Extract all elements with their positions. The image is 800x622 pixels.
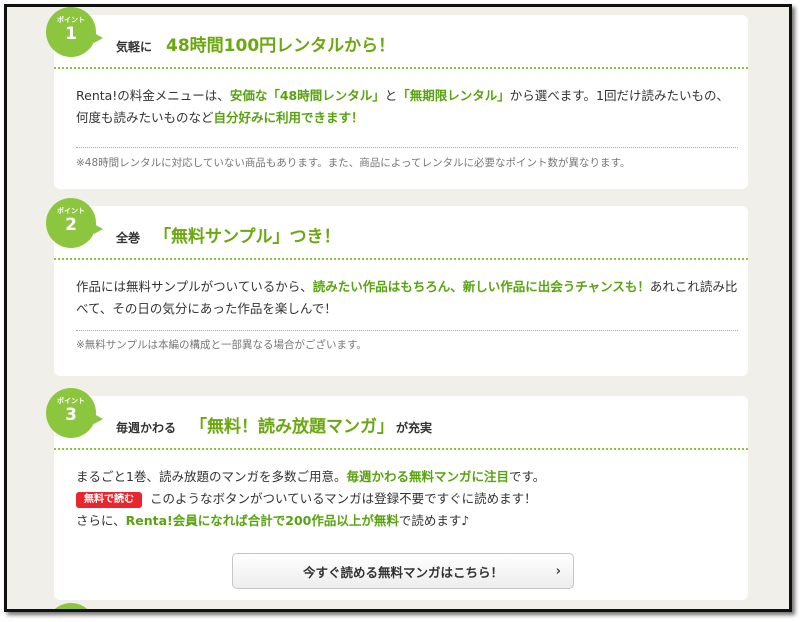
point-body-2: 作品には無料サンプルがついているから、読みたい作品はもちろん、新しい作品に出会う… xyxy=(76,276,738,320)
body-highlight: 自分好みに利用できます！ xyxy=(213,110,364,125)
body-text: です。 xyxy=(508,469,546,484)
heading-divider xyxy=(54,67,748,69)
body-text: さらに、 xyxy=(76,513,126,528)
body-text: Renta!の料金メニューは、 xyxy=(76,88,230,103)
point-heading-2: 全巻 「無料サンプル」つき！ xyxy=(116,222,341,252)
point-body-3: まるごと1巻、読み放題のマンガを多数ご用意。毎週かわる無料マンガに注目です。 無… xyxy=(76,466,738,532)
body-line-3: さらに、Renta!会員になれば合計で200作品以上が無料で読めます♪ xyxy=(76,510,738,532)
point-card-4 xyxy=(46,603,96,609)
body-text: 作品には無料サンプルがついているから、 xyxy=(76,279,313,294)
free-manga-button[interactable]: 今すぐ読める無料マンガはこちら！ › xyxy=(232,553,574,589)
point-badge-1: ポイント 1 xyxy=(46,7,103,57)
badge-tail xyxy=(94,414,103,424)
body-highlight: 毎週かわる無料マンガに注目 xyxy=(346,469,509,484)
body-line-1: まるごと1巻、読み放題のマンガを多数ご用意。毎週かわる無料マンガに注目です。 xyxy=(76,466,738,488)
heading-small: 気軽に xyxy=(116,40,153,54)
heading-small: 全巻 xyxy=(116,231,141,245)
badge-number: 1 xyxy=(65,24,77,44)
body-text: まるごと1巻、読み放題のマンガを多数ご用意。 xyxy=(76,469,347,484)
heading-big: 「無料！読み放題マンガ」 xyxy=(190,417,395,437)
body-text: と xyxy=(384,88,398,103)
body-text: このようなボタンがついているマンガは登録不要ですぐに読めます！ xyxy=(150,491,537,506)
body-highlight: 安価な「48時間レンタル」 xyxy=(229,88,385,103)
heading-divider xyxy=(54,258,748,260)
chevron-right-icon: › xyxy=(555,564,561,579)
point-card-1: ポイント 1 気軽に 48時間100円レンタルから！ Renta!の料金メニュー… xyxy=(46,7,748,189)
badge-number: 3 xyxy=(65,405,77,425)
free-read-tag: 無料で読む xyxy=(76,492,142,508)
point-heading-3: 毎週かわる 「無料！読み放題マンガ」 が充実 xyxy=(116,412,432,442)
point-badge-2: ポイント 2 xyxy=(46,198,103,248)
body-line-2: 無料で読む このようなボタンがついているマンガは登録不要ですぐに読めます！ xyxy=(76,488,738,510)
point-card-2: ポイント 2 全巻 「無料サンプル」つき！ 作品には無料サンプルがついているから… xyxy=(46,198,748,376)
point-card-3: ポイント 3 毎週かわる 「無料！読み放題マンガ」 が充実 まるごと1巻、読み放… xyxy=(46,388,748,600)
heading-small: 毎週かわる xyxy=(116,421,177,435)
heading-after: が充実 xyxy=(396,421,433,435)
body-highlight: 読みたい作品はもちろん、新しい作品に出会うチャンスも！ xyxy=(312,279,650,294)
point-badge-4 xyxy=(46,603,96,609)
note-divider xyxy=(76,330,738,331)
body-text: で読めます♪ xyxy=(398,513,470,528)
point-note-2: ※無料サンプルは本編の構成と一部異なる場合がございます。 xyxy=(76,339,367,351)
heading-big: 「無料サンプル」つき！ xyxy=(154,227,341,247)
heading-big: 48時間100円レンタルから！ xyxy=(166,36,396,56)
badge-tail xyxy=(94,33,103,43)
page-frame: ポイント 1 気軽に 48時間100円レンタルから！ Renta!の料金メニュー… xyxy=(4,4,792,612)
point-badge-3: ポイント 3 xyxy=(46,388,103,438)
point-body-1: Renta!の料金メニューは、安価な「48時間レンタル」と「無期限レンタル」から… xyxy=(76,85,738,129)
point-note-1: ※48時間レンタルに対応していない商品もあります。また、商品によってレンタルに必… xyxy=(76,157,631,169)
body-highlight: Renta!会員になれば合計で200作品以上が無料 xyxy=(125,513,399,528)
point-heading-1: 気軽に 48時間100円レンタルから！ xyxy=(116,31,395,61)
body-highlight: 「無期限レンタル」 xyxy=(397,88,510,103)
badge-number: 2 xyxy=(65,215,77,235)
badge-tail xyxy=(94,224,103,234)
note-divider xyxy=(76,147,738,148)
free-manga-button-label: 今すぐ読める無料マンガはこちら！ xyxy=(302,564,503,580)
heading-divider xyxy=(54,448,748,450)
